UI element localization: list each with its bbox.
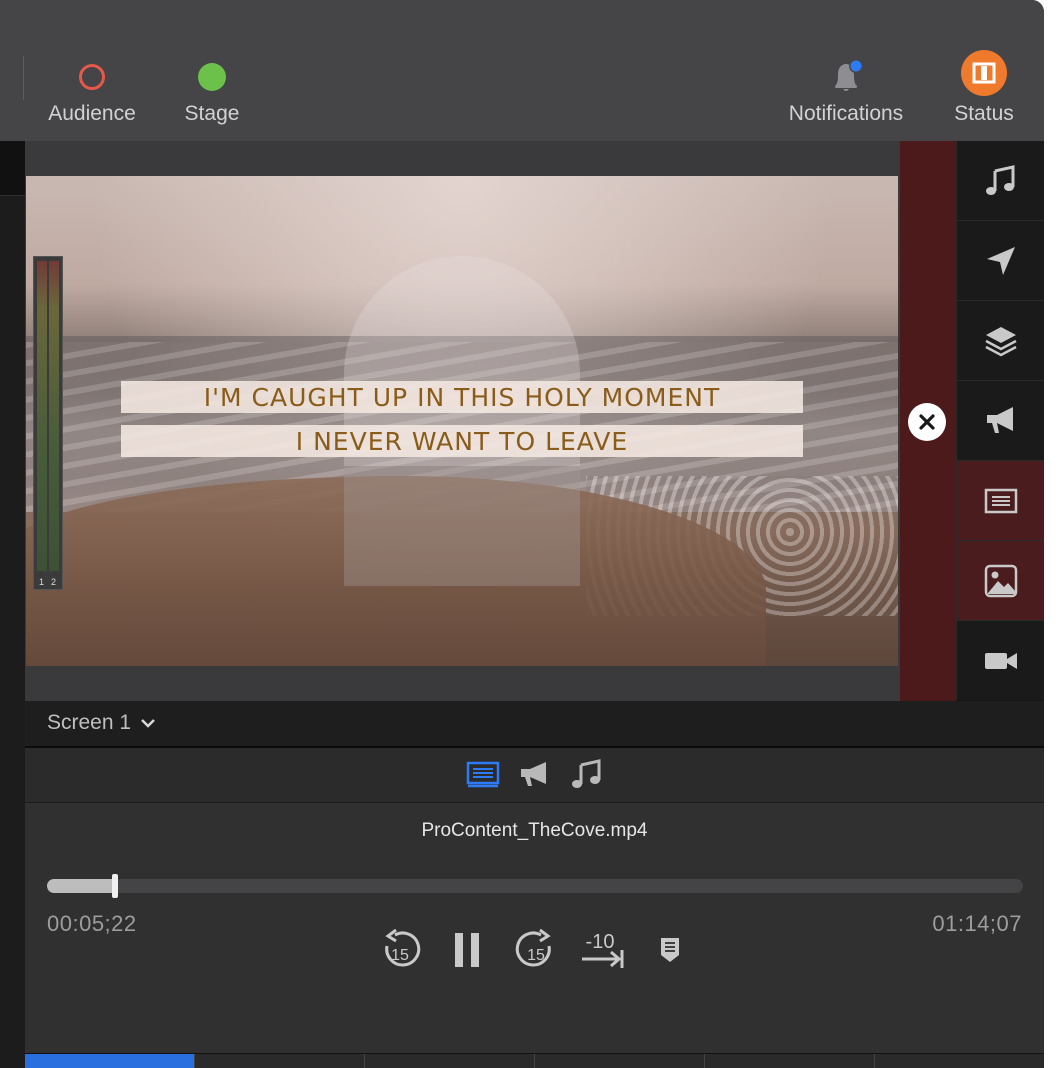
notifications-button[interactable]: Notifications [776,59,916,126]
skip-back-15-icon: 15 [385,928,421,967]
slide-layer-button[interactable] [956,461,1044,541]
stage-button[interactable]: Stage [172,60,252,126]
left-sidebar-edge [0,141,26,1068]
skip-back-label: 15 [391,947,409,964]
audio-level-meter: 1 2 [33,256,63,590]
marker-icon [661,938,679,962]
announcements-layer-button[interactable] [956,381,1044,461]
megaphone-icon [521,762,546,786]
meter-bar-2 [49,261,59,571]
bottom-tab-4[interactable] [535,1054,705,1068]
left-sidebar-header [0,141,25,196]
clear-all-button[interactable] [908,403,946,441]
screen-preview[interactable]: 1 2 I'M CAUGHT UP IN THIS HOLY MOMENT I … [26,176,898,666]
audio-layer-button[interactable] [956,141,1044,221]
skip-back-button[interactable]: 15 [375,925,425,975]
status-button[interactable]: Status [944,50,1024,126]
bottom-tab-6[interactable] [875,1054,1044,1068]
playback-scrubber-handle[interactable] [112,874,118,898]
props-layer-button[interactable] [956,301,1044,381]
meter-channel-2: 2 [51,577,57,587]
playback-scrubber[interactable] [47,874,1023,898]
toolbar-divider [23,56,24,100]
jump-to-end-icon: -10 [582,931,624,968]
video-input-layer-button[interactable] [956,621,1044,700]
markers-button[interactable] [655,925,685,975]
bottom-tab-3[interactable] [365,1054,535,1068]
pause-button[interactable] [445,925,489,975]
send-icon [987,246,1015,275]
skip-forward-15-icon: 15 [515,928,551,967]
slide-text-icon [984,488,1018,513]
go-to-end-minus-10-button[interactable]: -10 [577,925,629,975]
media-filename: ProContent_TheCove.mp4 [421,820,648,841]
bottom-tab-5[interactable] [705,1054,875,1068]
messages-layer-button[interactable] [956,221,1044,301]
media-layer-button[interactable] [956,541,1044,621]
skip-forward-label: 15 [527,947,545,964]
skip-forward-button[interactable]: 15 [511,925,561,975]
bottom-tab-2[interactable] [195,1054,365,1068]
layer-icon-bar [956,141,1044,701]
notifications-label: Notifications [788,102,904,125]
meter-bar-1 [37,261,47,571]
pause-icon [455,933,479,967]
megaphone-icon [987,406,1013,433]
clear-layers-panel [900,141,956,701]
minus-ten-label: -10 [586,931,615,953]
layer-tabs [25,748,1044,803]
bell-icon [835,59,863,91]
tab-audio[interactable] [570,758,604,790]
music-note-icon [986,164,1015,195]
music-note-icon [572,759,601,788]
preview-arch-base [344,466,580,586]
media-transport-panel: ProContent_TheCove.mp4 00:05;22 01:14;07… [25,803,1044,1053]
layers-icon [985,326,1017,356]
screen-selector[interactable]: Screen 1 [47,711,156,735]
audience-label: Audience [48,102,136,125]
status-icon [961,50,1007,96]
lyric-line-1: I'M CAUGHT UP IN THIS HOLY MOMENT [121,381,803,413]
stage-label: Stage [184,102,240,125]
image-icon [984,564,1018,597]
playback-progress-fill [47,879,115,893]
app-window: Audience Stage Notifications Status 1 2 … [0,0,1044,1068]
tab-announcements[interactable] [518,758,552,790]
screen-selector-label: Screen 1 [47,711,132,734]
chevron-down-icon [141,719,155,728]
output-preview-area: 1 2 I'M CAUGHT UP IN THIS HOLY MOMENT I … [25,141,900,701]
audience-button[interactable]: Audience [42,60,142,126]
status-label: Status [954,102,1014,125]
toolbar: Audience Stage Notifications Status [0,0,1044,142]
time-total: 01:14;07 [932,911,1022,936]
slide-text-icon [466,761,500,788]
audience-circle-icon [79,64,105,90]
time-elapsed: 00:05;22 [47,911,137,936]
tab-slide[interactable] [466,758,500,790]
meter-channel-1: 1 [39,577,45,587]
close-icon [919,414,935,430]
bottom-tab-1[interactable] [25,1054,195,1068]
lyric-line-2: I NEVER WANT TO LEAVE [121,425,803,457]
video-camera-icon [985,652,1017,669]
stage-circle-icon [198,63,226,91]
screen-selector-row: Screen 1 [25,701,1044,748]
bottom-tab-bar [25,1053,1044,1068]
